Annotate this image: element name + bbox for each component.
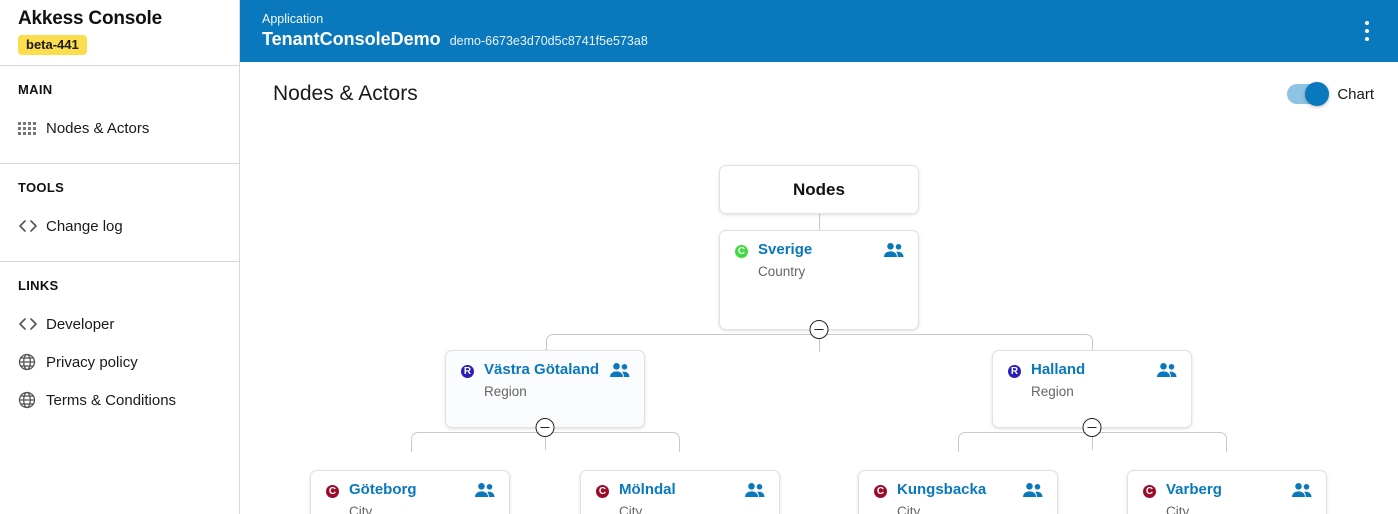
sidebar-item-change-log[interactable]: Change log: [0, 207, 239, 245]
sidebar-item-developer[interactable]: Developer: [0, 305, 239, 343]
nav-heading-links: LINKS: [18, 278, 59, 293]
node-type-badge: C: [1141, 483, 1158, 500]
node-name-link[interactable]: Mölndal: [619, 481, 676, 498]
node-badge-letter: C: [735, 245, 748, 258]
tree-root-label: Nodes: [793, 179, 845, 199]
node-type-badge: R: [459, 363, 476, 380]
node-card-sverige[interactable]: C Sverige Country: [719, 230, 919, 339]
sidebar-item-label: Change log: [46, 217, 123, 235]
app-root: Akkess Console beta-441 MAIN Nodes & Act…: [0, 0, 1398, 514]
version-badge: beta-441: [18, 35, 87, 55]
people-icon[interactable]: [474, 481, 496, 503]
people-icon[interactable]: [1156, 361, 1178, 383]
page-header: Nodes & Actors Chart: [240, 62, 1398, 106]
node-badge-letter: R: [1008, 365, 1021, 378]
node-name-link[interactable]: Göteborg: [349, 481, 417, 498]
node-card-goteborg[interactable]: C Göteborg City: [310, 470, 510, 514]
node-type-label: Country: [758, 264, 806, 279]
nav-section-main: MAIN Nodes & Actors: [0, 66, 239, 164]
code-brackets-icon: [18, 316, 46, 332]
grid-icon: [18, 121, 46, 135]
node-type-label: City: [349, 504, 373, 514]
node-type-label: Region: [1031, 384, 1074, 399]
node-type-badge: R: [1006, 363, 1023, 380]
kebab-dot: [1365, 21, 1369, 25]
node-name-link[interactable]: Sverige: [758, 241, 812, 258]
nav-section-links: LINKS Developer Privacy policy Terms & C…: [0, 262, 239, 435]
sidebar-item-terms-conditions[interactable]: Terms & Conditions: [0, 381, 239, 419]
sidebar-item-label: Terms & Conditions: [46, 391, 177, 409]
people-icon[interactable]: [609, 361, 631, 383]
brand-title: Akkess Console: [18, 8, 162, 29]
people-icon[interactable]: [883, 241, 905, 263]
people-icon[interactable]: [1022, 481, 1044, 503]
node-type-label: City: [1166, 504, 1190, 514]
sidebar-item-label: Privacy policy: [46, 353, 138, 371]
people-icon[interactable]: [1291, 481, 1313, 503]
app-header-title: TenantConsoleDemo: [262, 28, 441, 49]
node-name-link[interactable]: Varberg: [1166, 481, 1222, 498]
collapse-toggle-vastra-gotaland[interactable]: [535, 418, 555, 437]
toggle-knob: [1305, 82, 1330, 106]
app-header-kicker: Application: [262, 12, 324, 27]
kebab-menu-icon[interactable]: [1350, 14, 1384, 48]
people-icon[interactable]: [744, 481, 766, 503]
collapse-toggle-halland[interactable]: [1082, 418, 1102, 437]
node-card-halland[interactable]: R Halland Region: [992, 350, 1192, 437]
sidebar-item-privacy-policy[interactable]: Privacy policy: [0, 343, 239, 381]
node-badge-letter: R: [461, 365, 474, 378]
chart-toggle[interactable]: [1287, 82, 1330, 106]
node-type-badge: C: [594, 483, 611, 500]
node-name-link[interactable]: Västra Götaland: [484, 361, 599, 378]
node-name-link[interactable]: Halland: [1031, 361, 1085, 378]
globe-icon: [18, 391, 46, 409]
node-badge-letter: C: [874, 485, 887, 498]
code-brackets-icon: [18, 218, 46, 234]
node-card-kungsbacka[interactable]: C Kungsbacka City: [858, 470, 1058, 514]
kebab-dot: [1365, 29, 1369, 33]
app-header: Application TenantConsoleDemo demo-6673e…: [240, 0, 1398, 62]
sidebar-item-nodes-actors[interactable]: Nodes & Actors: [0, 109, 239, 147]
node-type-badge: C: [324, 483, 341, 500]
app-header-text: Application TenantConsoleDemo demo-6673e…: [262, 12, 648, 49]
node-tree: Nodes C Sverige Country R Västra Götalan…: [240, 106, 1398, 514]
node-type-badge: C: [733, 243, 750, 260]
node-type-label: City: [619, 504, 643, 514]
node-badge-letter: C: [596, 485, 609, 498]
nav-heading-main: MAIN: [18, 82, 53, 97]
tree-root-node[interactable]: Nodes: [719, 165, 919, 214]
collapse-toggle-sverige[interactable]: [809, 320, 829, 339]
node-type-label: Region: [484, 384, 527, 399]
node-card-molndal[interactable]: C Mölndal City: [580, 470, 780, 514]
node-card-varberg[interactable]: C Varberg City: [1127, 470, 1327, 514]
brand: Akkess Console beta-441: [0, 0, 239, 66]
content-area: Nodes & Actors Chart Nodes C Sverige Cou…: [240, 62, 1398, 514]
kebab-dot: [1365, 37, 1369, 41]
chart-toggle-label: Chart: [1337, 85, 1374, 103]
main-area: Application TenantConsoleDemo demo-6673e…: [240, 0, 1398, 514]
sidebar: Akkess Console beta-441 MAIN Nodes & Act…: [0, 0, 240, 514]
node-badge-letter: C: [1143, 485, 1156, 498]
node-card-vastra-gotaland[interactable]: R Västra Götaland Region: [445, 350, 645, 437]
node-name-link[interactable]: Kungsbacka: [897, 481, 986, 498]
sidebar-item-label: Nodes & Actors: [46, 119, 150, 137]
sidebar-item-label: Developer: [46, 315, 115, 333]
nav-heading-tools: TOOLS: [18, 180, 65, 195]
chart-toggle-group: Chart: [1287, 82, 1374, 106]
nav-section-tools: TOOLS Change log: [0, 164, 239, 262]
node-type-badge: C: [872, 483, 889, 500]
page-title: Nodes & Actors: [273, 82, 418, 105]
app-header-id: demo-6673e3d70d5c8741f5e573a8: [449, 33, 648, 48]
node-badge-letter: C: [326, 485, 339, 498]
node-type-label: City: [897, 504, 921, 514]
globe-icon: [18, 353, 46, 371]
